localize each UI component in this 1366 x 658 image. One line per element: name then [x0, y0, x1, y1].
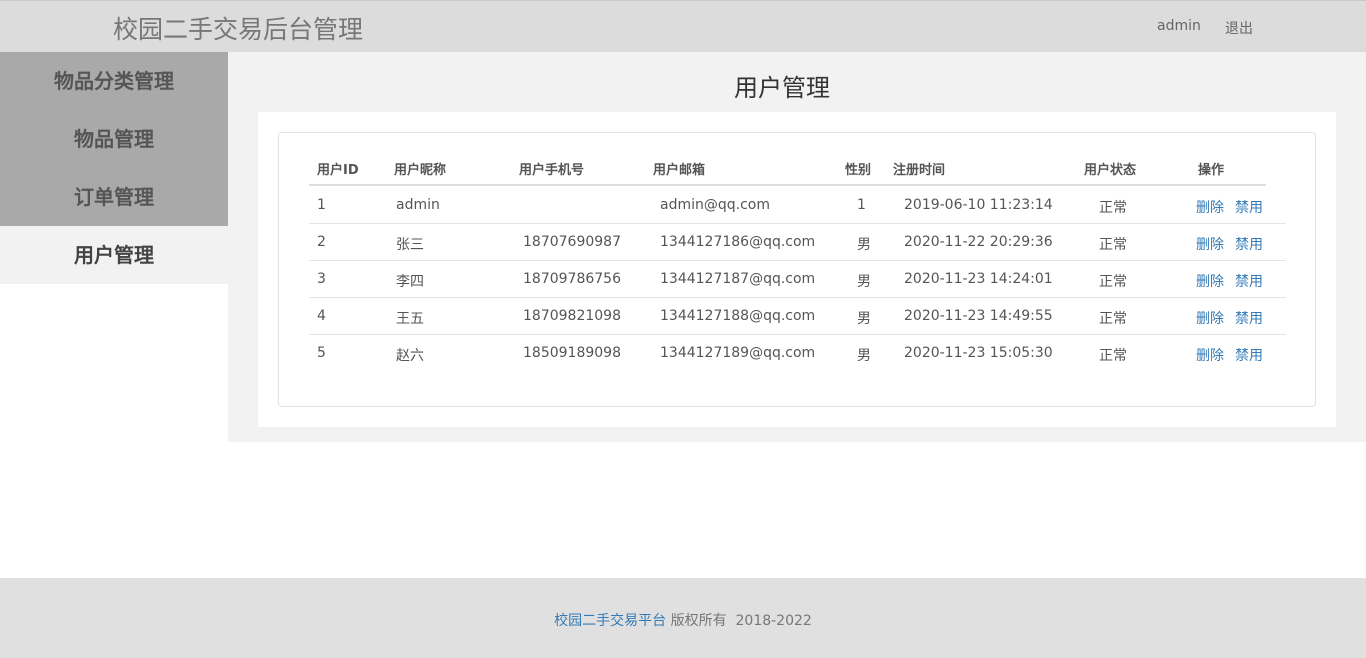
cell-user-id: 3	[317, 271, 326, 287]
sidebar: 物品分类管理 物品管理 订单管理 用户管理	[0, 52, 228, 284]
cell-registered: 2020-11-23 15:05:30	[904, 345, 1053, 361]
top-bar: 校园二手交易后台管理 admin 退出	[0, 0, 1366, 52]
table-row: 1 admin admin@qq.com 1 2019-06-10 11:23:…	[309, 187, 1286, 224]
user-table-card: 用户ID 用户昵称 用户手机号 用户邮箱 性别 注册时间 用户状态 操作 1 a…	[278, 132, 1316, 407]
column-header-actions: 操作	[1198, 163, 1225, 178]
column-header-status: 用户状态	[1084, 163, 1137, 178]
main-content: 用户管理 用户ID 用户昵称 用户手机号 用户邮箱 性别 注册时间 用户状态 操…	[228, 52, 1366, 442]
sidebar-item-user-management[interactable]: 用户管理	[0, 226, 228, 284]
cell-phone: 18509189098	[523, 345, 621, 361]
table-row: 3 李四 18709786756 1344127187@qq.com 男 202…	[309, 261, 1286, 298]
delete-user-link[interactable]: 删除	[1196, 345, 1224, 365]
cell-gender: 1	[857, 197, 866, 213]
sidebar-item-category-management[interactable]: 物品分类管理	[0, 52, 228, 110]
column-header-registered: 注册时间	[893, 163, 946, 178]
cell-nickname: admin	[396, 197, 440, 213]
cell-user-id: 4	[317, 308, 326, 324]
cell-gender: 男	[857, 274, 871, 290]
cell-gender: 男	[857, 237, 871, 253]
cell-gender: 男	[857, 311, 871, 327]
table-header: 用户ID 用户昵称 用户手机号 用户邮箱 性别 注册时间 用户状态 操作	[309, 155, 1266, 186]
cell-registered: 2019-06-10 11:23:14	[904, 197, 1053, 213]
cell-email: admin@qq.com	[660, 197, 770, 213]
cell-nickname: 赵六	[396, 348, 424, 364]
ban-user-link[interactable]: 禁用	[1235, 345, 1263, 365]
delete-user-link[interactable]: 删除	[1196, 197, 1224, 217]
cell-user-id: 1	[317, 197, 326, 213]
sidebar-item-order-management[interactable]: 订单管理	[0, 168, 228, 226]
column-header-email: 用户邮箱	[653, 163, 706, 178]
cell-registered: 2020-11-23 14:24:01	[904, 271, 1053, 287]
cell-nickname: 李四	[396, 274, 424, 290]
cell-phone: 18709786756	[523, 271, 621, 287]
page-title: 用户管理	[734, 74, 830, 102]
cell-status: 正常	[1099, 274, 1127, 290]
column-header-phone: 用户手机号	[519, 163, 585, 178]
column-header-gender: 性别	[845, 163, 872, 178]
ban-user-link[interactable]: 禁用	[1235, 197, 1263, 217]
delete-user-link[interactable]: 删除	[1196, 234, 1224, 254]
cell-nickname: 王五	[396, 311, 424, 327]
cell-status: 正常	[1099, 311, 1127, 327]
ban-user-link[interactable]: 禁用	[1235, 308, 1263, 328]
table-row: 2 张三 18707690987 1344127186@qq.com 男 202…	[309, 224, 1286, 261]
cell-gender: 男	[857, 348, 871, 364]
ban-user-link[interactable]: 禁用	[1235, 234, 1263, 254]
table-row: 4 王五 18709821098 1344127188@qq.com 男 202…	[309, 298, 1286, 335]
cell-phone: 18707690987	[523, 234, 621, 250]
sidebar-item-item-management[interactable]: 物品管理	[0, 110, 228, 168]
cell-email: 1344127188@qq.com	[660, 308, 816, 324]
logout-link[interactable]: 退出	[1225, 18, 1253, 38]
cell-email: 1344127187@qq.com	[660, 271, 816, 287]
cell-status: 正常	[1099, 348, 1127, 364]
footer: 校园二手交易平台 版权所有 2018-2022	[0, 578, 1366, 658]
cell-status: 正常	[1099, 237, 1127, 253]
current-user-link[interactable]: admin	[1157, 18, 1201, 34]
content-panel: 用户ID 用户昵称 用户手机号 用户邮箱 性别 注册时间 用户状态 操作 1 a…	[258, 112, 1336, 427]
cell-user-id: 5	[317, 345, 326, 361]
delete-user-link[interactable]: 删除	[1196, 308, 1224, 328]
column-header-nickname: 用户昵称	[394, 163, 447, 178]
column-header-user-id: 用户ID	[317, 163, 359, 178]
copyright-text: 校园二手交易平台 版权所有 2018-2022	[0, 610, 1366, 630]
cell-phone: 18709821098	[523, 308, 621, 324]
cell-email: 1344127189@qq.com	[660, 345, 816, 361]
ban-user-link[interactable]: 禁用	[1235, 271, 1263, 291]
cell-nickname: 张三	[396, 237, 424, 253]
cell-registered: 2020-11-23 14:49:55	[904, 308, 1053, 324]
site-title: 校园二手交易后台管理	[113, 15, 364, 44]
cell-status: 正常	[1099, 200, 1127, 216]
footer-platform-link[interactable]: 校园二手交易平台	[554, 613, 666, 629]
cell-email: 1344127186@qq.com	[660, 234, 816, 250]
delete-user-link[interactable]: 删除	[1196, 271, 1224, 291]
cell-user-id: 2	[317, 234, 326, 250]
table-row: 5 赵六 18509189098 1344127189@qq.com 男 202…	[309, 335, 1286, 372]
footer-copyright: 版权所有 2018-2022	[666, 613, 812, 629]
cell-registered: 2020-11-22 20:29:36	[904, 234, 1053, 250]
